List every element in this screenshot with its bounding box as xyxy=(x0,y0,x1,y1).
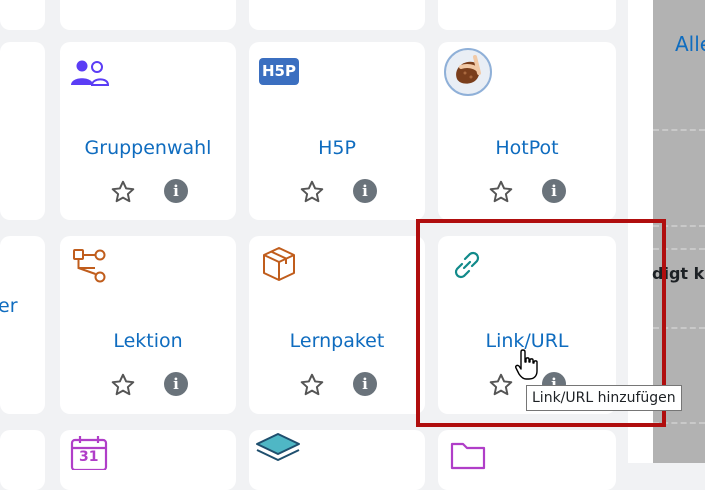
info-icon[interactable]: i xyxy=(164,179,188,203)
activity-title[interactable]: H5P xyxy=(249,136,425,160)
activity-card[interactable] xyxy=(438,430,616,490)
activity-card-hotpot[interactable]: HotPot i xyxy=(438,42,616,220)
info-icon[interactable]: i xyxy=(164,372,188,396)
people-icon xyxy=(71,60,110,86)
info-icon[interactable]: i xyxy=(353,179,377,203)
info-icon[interactable]: i xyxy=(353,372,377,396)
h5p-logo-icon: H5P xyxy=(259,58,299,85)
activity-card[interactable]: 31 xyxy=(60,430,236,490)
side-panel-link[interactable]: Alle xyxy=(675,32,705,56)
activity-title[interactable]: Lektion xyxy=(60,329,236,353)
activity-card-gruppenwahl[interactable]: Gruppenwahl i xyxy=(60,42,236,220)
folder-icon xyxy=(450,442,486,470)
activity-title[interactable]: Lernpaket xyxy=(249,329,425,353)
package-box-icon xyxy=(263,247,295,281)
activity-card-lektion[interactable]: Lektion i xyxy=(60,236,236,414)
info-icon[interactable]: i xyxy=(542,179,566,203)
layers-icon xyxy=(256,433,300,461)
activity-card[interactable] xyxy=(0,0,45,30)
star-icon[interactable] xyxy=(299,372,325,398)
star-icon[interactable] xyxy=(488,179,514,205)
lesson-flow-icon xyxy=(73,249,106,283)
activity-card[interactable] xyxy=(0,42,45,220)
hotpot-icon xyxy=(444,48,492,96)
activity-card[interactable]: er xyxy=(0,236,45,414)
tooltip: Link/URL hinzufügen xyxy=(526,385,682,411)
activity-card[interactable] xyxy=(0,430,45,490)
star-icon[interactable] xyxy=(299,179,325,205)
divider xyxy=(653,129,705,131)
activity-card[interactable]: i xyxy=(60,0,236,30)
activity-card[interactable] xyxy=(249,430,425,490)
hand-cursor-icon xyxy=(515,349,538,380)
star-icon[interactable] xyxy=(110,372,136,398)
activity-card[interactable]: i xyxy=(249,0,425,30)
activity-title[interactable]: er xyxy=(0,294,45,318)
activity-title[interactable]: Gruppenwahl xyxy=(60,136,236,160)
activity-card[interactable]: i xyxy=(438,0,616,30)
activity-card-lernpaket[interactable]: Lernpaket i xyxy=(249,236,425,414)
activity-title[interactable]: HotPot xyxy=(438,136,616,160)
activity-card-h5p[interactable]: H5P H5P i xyxy=(249,42,425,220)
star-icon[interactable] xyxy=(110,179,136,205)
